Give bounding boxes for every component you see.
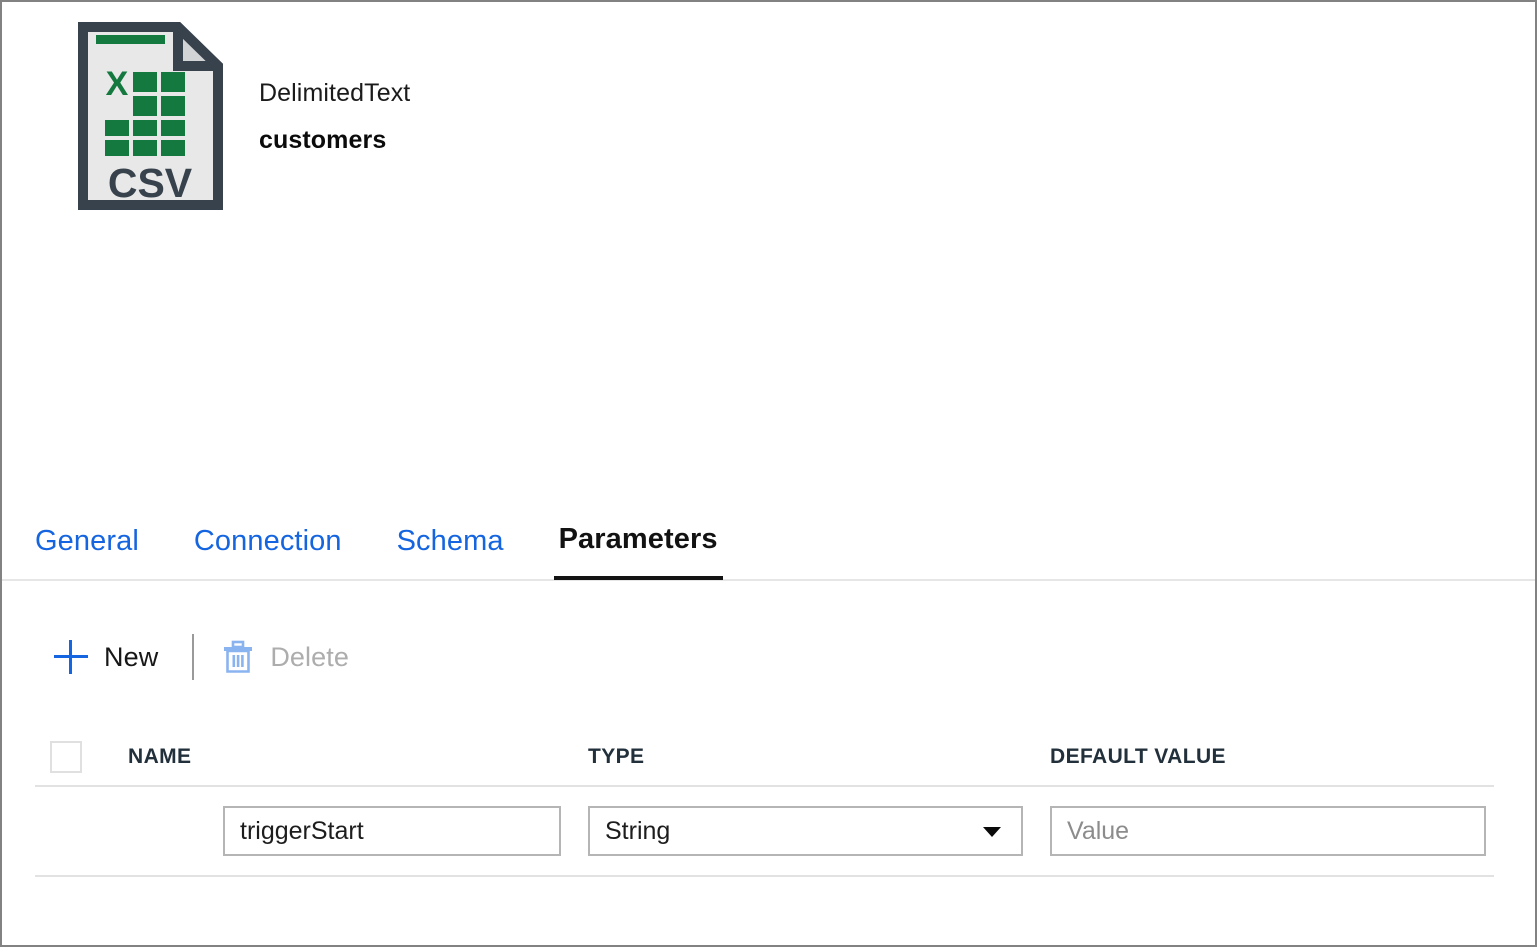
dataset-name-label: customers bbox=[259, 125, 410, 156]
tab-general[interactable]: General bbox=[35, 521, 139, 556]
column-header-default-value: DEFAULT VALUE bbox=[1050, 745, 1494, 769]
active-tab-indicator bbox=[554, 576, 723, 580]
tab-connection-label: Connection bbox=[194, 525, 342, 557]
tab-connection[interactable]: Connection bbox=[194, 521, 342, 556]
dataset-properties-panel: X CSV DelimitedText customers General bbox=[0, 0, 1537, 947]
trash-icon bbox=[222, 640, 254, 674]
svg-text:X: X bbox=[106, 65, 129, 103]
toolbar-divider bbox=[192, 634, 194, 680]
parameter-default-value-input[interactable] bbox=[1050, 806, 1486, 856]
parameter-name-input[interactable] bbox=[223, 806, 561, 856]
column-header-name: NAME bbox=[128, 745, 588, 769]
new-button-label: New bbox=[104, 642, 158, 673]
delete-parameter-button[interactable]: Delete bbox=[222, 628, 349, 686]
parameter-default-value-cell bbox=[1050, 806, 1494, 856]
parameters-table: NAME TYPE DEFAULT VALUE String bbox=[35, 728, 1494, 877]
parameter-type-select-value: String bbox=[588, 806, 1023, 856]
delete-button-label: Delete bbox=[270, 642, 349, 673]
parameter-type-cell: String bbox=[588, 806, 1050, 856]
csv-file-icon: X CSV bbox=[78, 22, 223, 210]
tab-general-label: General bbox=[35, 525, 139, 557]
select-all-cell bbox=[35, 741, 128, 773]
select-all-checkbox[interactable] bbox=[50, 741, 82, 773]
parameters-toolbar: New Delete bbox=[54, 628, 349, 686]
dataset-identity: DelimitedText customers bbox=[259, 22, 410, 157]
parameter-name-cell bbox=[128, 806, 588, 856]
table-row: String bbox=[35, 787, 1494, 877]
tab-schema[interactable]: Schema bbox=[397, 521, 504, 556]
tab-parameters-label: Parameters bbox=[559, 523, 718, 555]
plus-icon bbox=[54, 640, 88, 674]
tab-bar: General Connection Schema Parameters bbox=[2, 507, 1535, 581]
table-header-row: NAME TYPE DEFAULT VALUE bbox=[35, 728, 1494, 787]
svg-text:CSV: CSV bbox=[108, 160, 193, 206]
parameter-type-select[interactable]: String bbox=[588, 806, 1023, 856]
dataset-type-label: DelimitedText bbox=[259, 78, 410, 109]
tab-parameters[interactable]: Parameters bbox=[559, 521, 718, 554]
tab-schema-label: Schema bbox=[397, 525, 504, 557]
new-parameter-button[interactable]: New bbox=[54, 628, 158, 686]
column-header-type: TYPE bbox=[588, 745, 1050, 769]
dataset-header: X CSV DelimitedText customers bbox=[78, 22, 410, 210]
